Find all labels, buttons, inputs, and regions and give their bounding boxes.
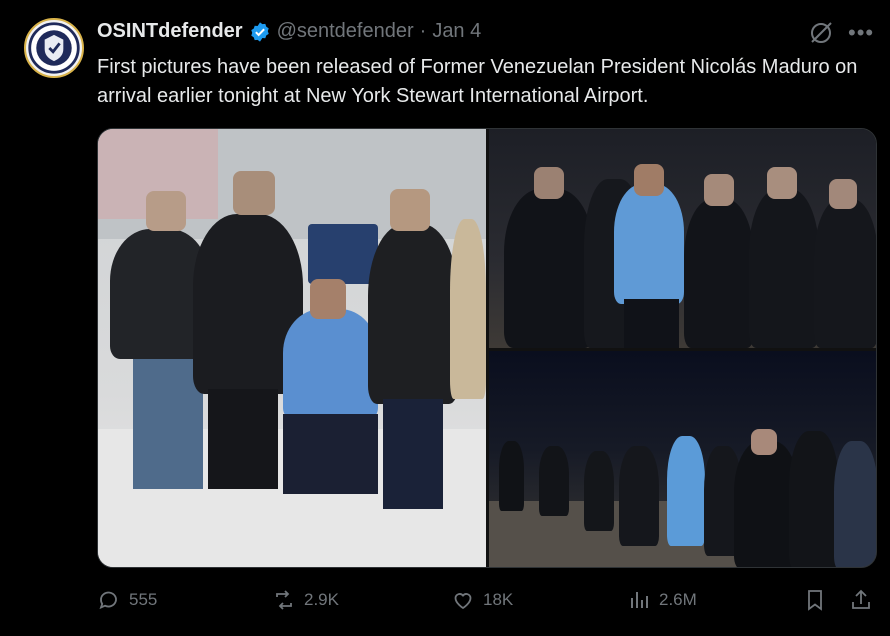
views-count: 2.6M — [659, 590, 697, 609]
photo-1[interactable] — [98, 129, 486, 567]
display-name[interactable]: OSINTdefender — [97, 20, 243, 43]
avatar-logo — [28, 22, 80, 74]
like-count: 18K — [483, 590, 514, 609]
reply-icon — [99, 591, 117, 610]
avatar[interactable] — [24, 18, 84, 78]
bookmark-icon — [808, 590, 822, 611]
reply-button[interactable]: 555 — [97, 588, 157, 612]
like-icon — [454, 593, 472, 610]
more-icon[interactable]: ••• — [848, 20, 874, 46]
reply-count: 555 — [129, 590, 158, 609]
verified-badge-icon[interactable] — [249, 21, 271, 43]
bookmark-button[interactable] — [803, 588, 827, 612]
media-grid[interactable] — [97, 128, 877, 568]
photo-3[interactable] — [489, 351, 876, 567]
grok-icon[interactable] — [808, 20, 834, 46]
views-button[interactable]: 2.6M — [627, 588, 697, 612]
views-icon — [631, 592, 648, 608]
photo-2[interactable] — [489, 129, 876, 348]
post-date[interactable]: Jan 4 — [432, 20, 481, 43]
post[interactable]: OSINTdefender @sentdefender · Jan 4 ••• … — [0, 0, 890, 636]
post-text: First pictures have been released of For… — [97, 56, 858, 107]
repost-icon — [276, 590, 292, 610]
handle[interactable]: @sentdefender — [277, 20, 414, 43]
separator: · — [419, 20, 427, 42]
post-header: OSINTdefender @sentdefender · Jan 4 — [97, 20, 481, 43]
repost-count: 2.9K — [304, 590, 339, 609]
share-button[interactable] — [849, 588, 873, 612]
like-button[interactable]: 18K — [451, 588, 513, 612]
repost-button[interactable]: 2.9K — [272, 588, 339, 612]
share-icon — [852, 589, 870, 609]
action-bar: 555 2.9K 18K 2.6M — [97, 588, 877, 618]
